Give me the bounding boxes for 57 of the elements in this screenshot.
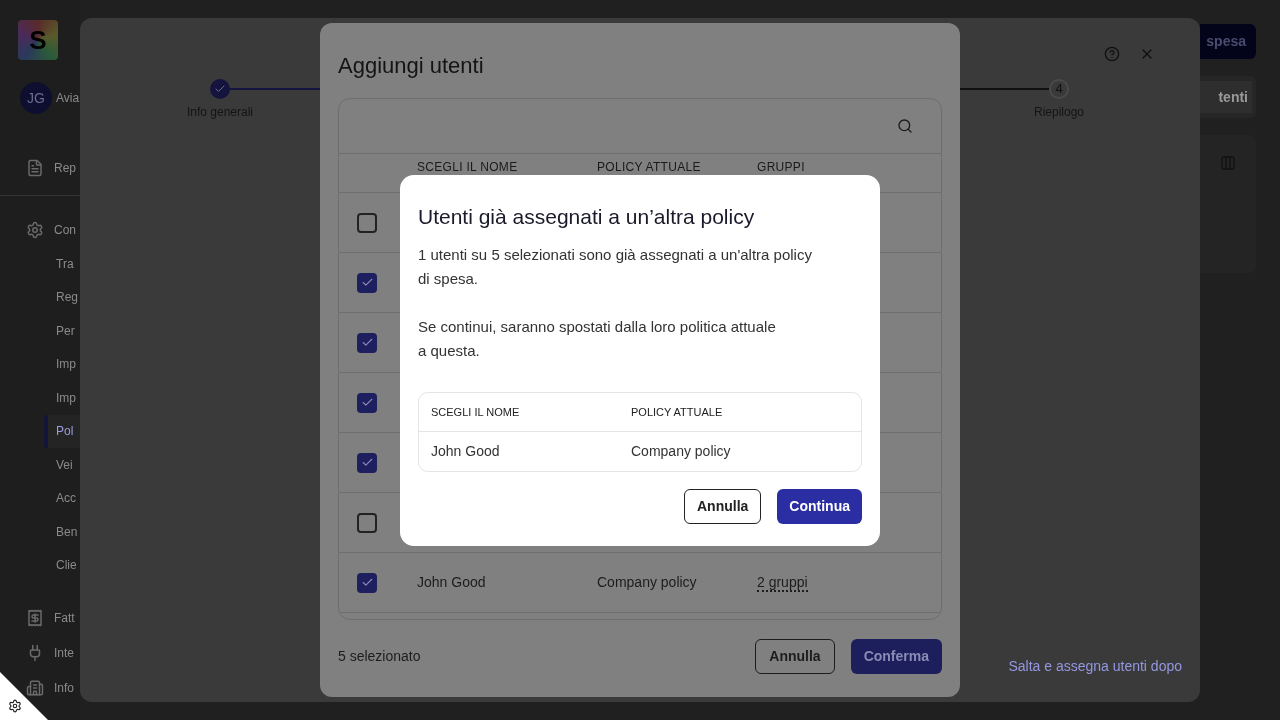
sidebar-subitem[interactable]: Vei xyxy=(44,448,80,482)
sidebar-subitem[interactable]: Reg xyxy=(44,280,80,314)
secondary-button[interactable]: tenti xyxy=(1200,81,1252,113)
dialog-text: 1 utenti su 5 selezionati sono già assegnati a un'altra policy di spesa. xyxy=(418,245,813,289)
confirm-button[interactable]: Conferma xyxy=(850,639,942,674)
groups-link[interactable]: 2 gruppi xyxy=(757,573,808,592)
search-icon[interactable] xyxy=(897,118,913,134)
sidebar-subitem[interactable]: Acc xyxy=(44,481,80,515)
checkbox[interactable] xyxy=(357,272,377,293)
document-icon xyxy=(26,158,44,177)
checkbox[interactable] xyxy=(357,452,377,473)
modal-title: Aggiungi utenti xyxy=(338,52,485,80)
checkbox[interactable] xyxy=(357,332,377,353)
sidebar-item[interactable]: Inte xyxy=(26,643,74,662)
building-icon xyxy=(26,678,44,697)
check-icon xyxy=(360,276,374,289)
checkbox[interactable] xyxy=(357,392,377,413)
cancel-button[interactable]: Annulla xyxy=(755,639,835,674)
cancel-button[interactable]: Annulla xyxy=(684,489,762,524)
sidebar-item[interactable]: Rep xyxy=(26,158,76,177)
table-cell-text: John Good xyxy=(431,442,501,461)
sidebar-item[interactable]: Info xyxy=(26,678,74,697)
settings-icon xyxy=(26,220,44,239)
sidebar-item[interactable]: Fatt xyxy=(26,608,75,627)
sidebar-subitem[interactable]: Clie xyxy=(44,548,80,582)
sidebar-subitem[interactable]: Per xyxy=(44,314,80,348)
settings-icon[interactable] xyxy=(8,699,22,713)
continue-button[interactable]: Continua xyxy=(777,489,862,524)
sidebar-item[interactable]: Con xyxy=(26,220,76,239)
column-header: POLICY ATTUALE xyxy=(631,404,723,420)
column-header: SCEGLI IL NOME xyxy=(417,160,519,174)
skip-link[interactable]: Salta e assegna utenti dopo xyxy=(1008,656,1182,677)
sidebar-subitem[interactable]: Imp xyxy=(44,347,80,381)
selection-count: 5 selezionato xyxy=(338,647,422,666)
user-name: Avia xyxy=(56,90,80,107)
dialog-text: Se continui, saranno spostati dalla loro politica attuale a questa. xyxy=(418,317,777,361)
checkbox[interactable] xyxy=(357,512,377,533)
table-cell-text: John Good xyxy=(417,573,487,592)
table-cell-text: Company policy xyxy=(631,442,731,461)
check-icon xyxy=(360,456,374,469)
dialog-title: Utenti già assegnati a un’altra policy xyxy=(418,204,756,230)
sidebar-subitem[interactable]: Ben xyxy=(44,515,80,549)
checkbox[interactable] xyxy=(357,212,377,233)
column-header: POLICY ATTUALE xyxy=(597,160,702,174)
logo-letter: S xyxy=(29,23,47,57)
table-cell-text: Company policy xyxy=(597,573,698,592)
sidebar-subitem[interactable]: Tra xyxy=(44,247,80,281)
sidebar-subitem[interactable]: Imp xyxy=(44,381,80,415)
check-icon xyxy=(360,576,374,589)
check-icon xyxy=(360,396,374,409)
avatar: JG xyxy=(20,82,52,114)
check-icon xyxy=(360,336,374,349)
sidebar-subitem[interactable]: Pol xyxy=(44,414,80,448)
checkbox[interactable] xyxy=(357,572,377,593)
receipt-icon xyxy=(26,608,44,627)
column-header: SCEGLI IL NOME xyxy=(431,404,521,420)
column-header: GRUPPI xyxy=(757,160,805,174)
